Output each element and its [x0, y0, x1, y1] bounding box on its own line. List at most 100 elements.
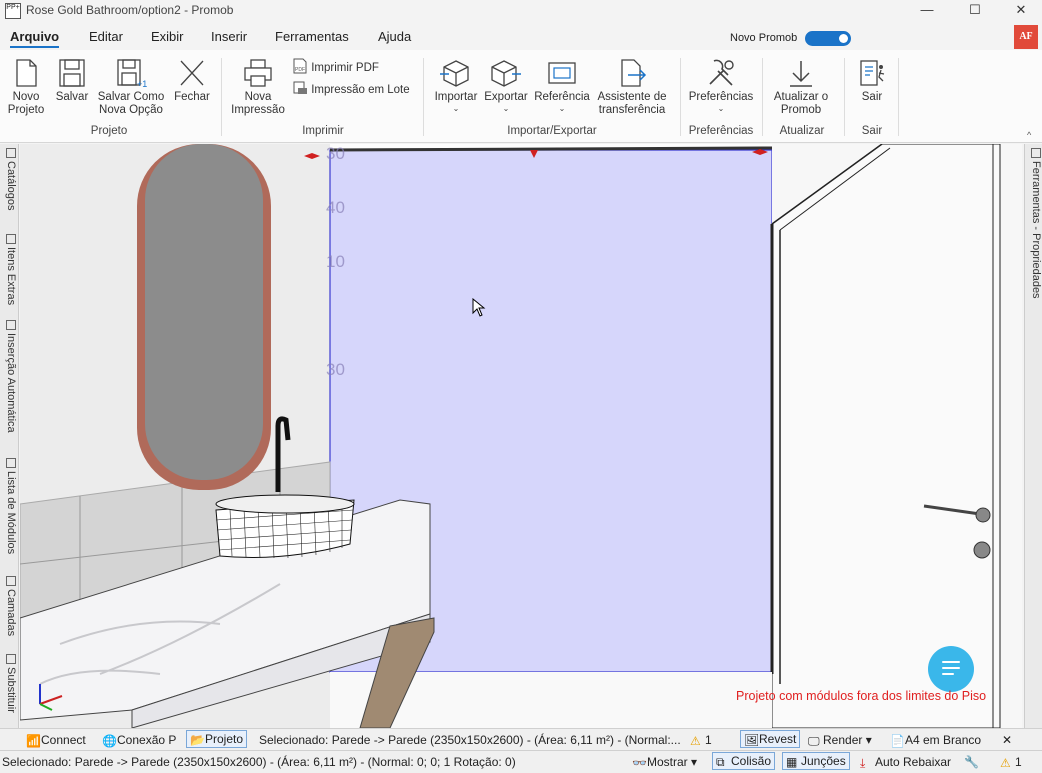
- tab-itens-extras[interactable]: Itens Extras: [1, 234, 17, 305]
- close-window-button[interactable]: ✕: [998, 0, 1042, 22]
- imprimir-pdf-label: Imprimir PDF: [311, 62, 379, 74]
- colisao-toggle[interactable]: ⧉ Colisão: [712, 752, 776, 770]
- render-icon: 🖵: [808, 734, 820, 748]
- salvar-como-button[interactable]: +1 Salvar Como Nova Opção: [94, 58, 168, 117]
- menu-ferramentas[interactable]: Ferramentas: [275, 29, 349, 44]
- tab-catalogos[interactable]: Catálogos: [1, 148, 17, 211]
- ribbon-divider: [844, 58, 845, 136]
- minimize-button[interactable]: —: [904, 0, 950, 22]
- preferencias-button[interactable]: Preferências ⌄: [688, 58, 754, 113]
- wrench-status-icon[interactable]: 🔧: [964, 755, 979, 769]
- menu-arquivo[interactable]: Arquivo: [10, 29, 60, 48]
- door-frame: [771, 144, 1001, 728]
- basin-rim: [215, 494, 355, 514]
- mostrar-button[interactable]: 👓Mostrar ▾: [632, 755, 697, 770]
- pdf-icon: PDF: [293, 58, 307, 74]
- batch-print-icon: [293, 81, 307, 94]
- menu-bar: Arquivo Editar Exibir Inserir Ferramenta…: [0, 22, 1042, 50]
- menu-exibir[interactable]: Exibir: [151, 29, 184, 44]
- projeto-group-label: Projeto: [90, 125, 128, 137]
- collision-icon: ⧉: [716, 755, 725, 769]
- left-side-panel: Catálogos Itens Extras Inserção Automáti…: [0, 144, 19, 728]
- tab-insercao-automatica[interactable]: Inserção Automática: [1, 320, 17, 433]
- ruler-label: 30: [326, 360, 345, 379]
- save-icon: [59, 59, 85, 87]
- chevron-down-icon: ⌄: [717, 104, 725, 113]
- colisao-label: Colisão: [731, 754, 772, 768]
- tab-itens-extras-label: Itens Extras: [5, 247, 17, 306]
- mostrar-label: Mostrar: [647, 755, 688, 769]
- novo-projeto-button[interactable]: Novo Projeto: [6, 58, 46, 117]
- revest-button[interactable]: 🖼Revest: [740, 730, 801, 748]
- export-box-icon: [491, 60, 521, 87]
- assistente-transferencia-button[interactable]: Assistente de transferência: [596, 58, 668, 117]
- novo-promob-toggle[interactable]: [805, 31, 851, 46]
- conexao-label: Conexão P: [117, 733, 177, 747]
- status-bar-bottom: Selecionado: Parede -> Parede (2350x150x…: [0, 750, 1042, 773]
- importar-label: Importar: [434, 91, 478, 103]
- chevron-down-icon: ⌄: [558, 104, 566, 113]
- tab-ferramentas-label: Ferramentas - Propriedades: [1030, 161, 1042, 299]
- nova-impressao-button[interactable]: Nova Impressão: [228, 58, 288, 117]
- tab-ferramentas-propriedades[interactable]: Ferramentas - Propriedades: [1026, 148, 1042, 299]
- tab-lista-label: Lista de Módulos: [5, 471, 17, 555]
- door-lock: [973, 541, 991, 559]
- layers-icon: [6, 576, 16, 586]
- conexao-button[interactable]: 🌐Conexão P: [102, 733, 177, 748]
- projeto-tab-button[interactable]: 📂Projeto: [186, 730, 248, 748]
- reference-image-icon: [548, 62, 576, 84]
- a4-label: A4 em Branco: [905, 733, 982, 747]
- a4-button[interactable]: 📄A4 em Branco: [890, 733, 982, 748]
- sair-button[interactable]: Sair: [852, 58, 892, 104]
- window-title: Rose Gold Bathroom/option2 - Promob: [26, 3, 234, 17]
- wifi-icon: 📶: [26, 734, 41, 748]
- tools-icon: [1031, 148, 1041, 158]
- right-side-panel: Ferramentas - Propriedades: [1024, 144, 1042, 728]
- chat-button[interactable]: [928, 646, 974, 692]
- importar-button[interactable]: Importar ⌄: [432, 58, 480, 113]
- tab-camadas[interactable]: Camadas: [1, 576, 17, 636]
- svg-text:PDF: PDF: [295, 67, 305, 73]
- connect-button[interactable]: 📶Connect: [26, 733, 86, 748]
- fechar-label: Fechar: [174, 91, 210, 103]
- impressao-lote-label: Impressão em Lote: [311, 84, 410, 96]
- warning-counter[interactable]: ⚠ 1: [690, 733, 712, 748]
- warning-counter-bottom[interactable]: ⚠ 1: [1000, 755, 1022, 770]
- chevron-down-icon: ▾: [862, 733, 872, 747]
- exportar-label: Exportar: [484, 91, 528, 103]
- maximize-button[interactable]: ☐: [952, 0, 998, 22]
- tab-substituir[interactable]: Substituir: [1, 654, 17, 713]
- 3d-viewport[interactable]: 30 40 10 30 Projeto com módulos fora dos…: [20, 144, 1022, 728]
- collapse-ribbon-icon[interactable]: ^: [1027, 130, 1031, 140]
- status-bar-top: 📶Connect 🌐Conexão P 📂Projeto Selecionado…: [0, 728, 1042, 751]
- menu-inserir[interactable]: Inserir: [211, 29, 247, 44]
- wall-top-edge: [329, 146, 773, 152]
- close-panel-button[interactable]: ✕: [1002, 733, 1012, 747]
- nova-impressao-label: Nova Impressão: [231, 91, 285, 116]
- atualizar-button[interactable]: Atualizar o Promob: [770, 58, 832, 117]
- render-button[interactable]: 🖵 Render ▾: [808, 733, 872, 748]
- render-label: Render: [823, 733, 863, 747]
- extras-icon: [6, 234, 16, 244]
- assistente-label: Assistente de transferência: [597, 91, 667, 116]
- menu-ajuda[interactable]: Ajuda: [378, 29, 411, 44]
- tab-lista-modulos[interactable]: Lista de Módulos: [1, 458, 17, 554]
- referencia-label: Referência: [534, 91, 590, 103]
- preferencias-group-label: Preferências: [688, 125, 754, 137]
- tab-catalogos-label: Catálogos: [5, 161, 17, 211]
- salvar-button[interactable]: Salvar: [52, 58, 92, 104]
- fechar-button[interactable]: Fechar: [172, 58, 212, 104]
- auto-rebaixar-button[interactable]: ⤓ Auto Rebaixar: [860, 755, 951, 770]
- globe-icon: 🌐: [102, 734, 117, 748]
- exportar-button[interactable]: Exportar ⌄: [482, 58, 530, 113]
- user-avatar[interactable]: AF: [1014, 25, 1038, 49]
- auto-insert-icon: [6, 320, 16, 330]
- menu-editar[interactable]: Editar: [89, 29, 123, 44]
- imprimir-pdf-button[interactable]: PDF Imprimir PDF: [292, 58, 379, 74]
- impressao-lote-button[interactable]: Impressão em Lote: [292, 80, 410, 96]
- juncoes-toggle[interactable]: ▦ Junções: [782, 752, 850, 770]
- referencia-button[interactable]: Referência ⌄: [533, 58, 591, 113]
- warning-count: 1: [1015, 755, 1022, 769]
- chevron-down-icon: ⌄: [452, 104, 460, 113]
- warning-triangle-icon: ⚠: [690, 734, 701, 748]
